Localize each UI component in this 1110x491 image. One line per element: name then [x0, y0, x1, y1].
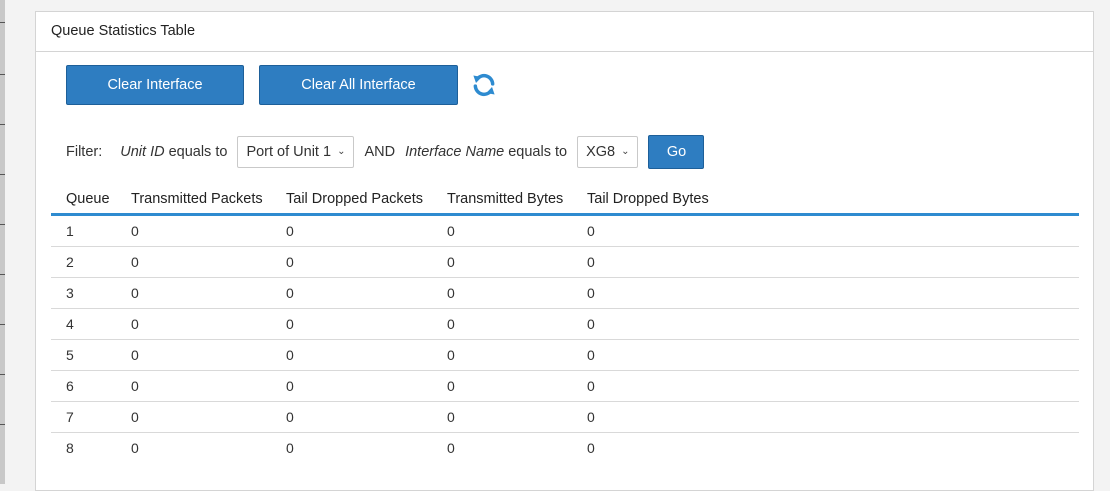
left-edge-rail — [0, 0, 5, 484]
tail-dropped-bytes-cell: 0 — [572, 339, 1079, 371]
transmitted-packets-cell: 0 — [116, 339, 271, 371]
transmitted-bytes-cell: 0 — [447, 440, 455, 456]
unit-id-field-label: Unit ID — [120, 143, 165, 160]
unit-id-select-value: Port of Unit 1 — [246, 143, 332, 160]
tail-dropped-packets-cell: 0 — [271, 277, 432, 309]
transmitted-bytes-cell: 0 — [432, 214, 572, 247]
tail-dropped-bytes-cell: 0 — [572, 277, 1079, 309]
refresh-icon[interactable] — [471, 72, 497, 98]
table-row: 7 0 0 0 0 — [51, 401, 1079, 433]
queue-cell: 6 — [51, 370, 116, 402]
unit-id-select[interactable]: Port of Unit 1 ⌄ — [237, 135, 355, 168]
tail-dropped-bytes-cell: 0 — [587, 440, 595, 456]
queue-cell: 3 — [51, 277, 116, 309]
table-row: 1 0 0 0 0 — [51, 214, 1079, 247]
transmitted-bytes-cell: 0 — [432, 246, 572, 278]
transmitted-bytes-cell: 0 — [432, 401, 572, 433]
clear-interface-counters-button[interactable]: Clear Interface Counters — [66, 65, 244, 131]
queue-cell: 5 — [51, 339, 116, 371]
tail-dropped-packets-cell: 0 — [271, 370, 432, 402]
transmitted-packets-cell: 0 — [116, 246, 271, 278]
transmitted-packets-cell: 0 — [116, 401, 271, 433]
queue-cell: 2 — [51, 246, 116, 278]
transmitted-bytes-cell: 0 — [432, 308, 572, 340]
transmitted-bytes-cell: 0 — [432, 339, 572, 371]
tail-dropped-packets-cell: 0 — [271, 401, 432, 433]
tail-dropped-bytes-cell: 0 — [572, 370, 1079, 402]
interface-name-select-value: XG8 — [586, 143, 616, 160]
tail-dropped-packets-cell: 0 — [271, 214, 432, 247]
interface-name-field-label: Interface Name — [405, 143, 505, 160]
table-row: 3 0 0 0 0 — [51, 277, 1079, 309]
panel-title: Queue Statistics Table — [36, 12, 1093, 52]
interface-name-operator: equals to — [508, 143, 568, 160]
table-row: 8 0 0 0 0 — [51, 433, 1079, 464]
tail-dropped-packets-cell: 0 — [271, 339, 432, 371]
interface-name-select[interactable]: XG8 ⌄ — [577, 135, 639, 168]
filter-row: Filter: Unit ID equals to Port of Unit 1… — [66, 134, 1083, 169]
transmitted-bytes-cell: 0 — [432, 370, 572, 402]
transmitted-packets-cell: 0 — [131, 440, 139, 456]
queue-cell: 7 — [51, 401, 116, 433]
queue-cell: 1 — [51, 214, 116, 247]
queue-cell: 8 — [66, 440, 74, 456]
tail-dropped-packets-cell: 0 — [271, 246, 432, 278]
transmitted-packets-cell: 0 — [116, 370, 271, 402]
table-row: 2 0 0 0 0 — [51, 246, 1079, 278]
tail-dropped-bytes-cell: 0 — [572, 401, 1079, 433]
tail-dropped-packets-cell: 0 — [271, 308, 432, 340]
tail-dropped-bytes-cell: 0 — [572, 214, 1079, 247]
transmitted-packets-cell: 0 — [116, 214, 271, 247]
transmitted-packets-cell: 0 — [116, 277, 271, 309]
queue-statistics-table: Queue Transmitted Packets Tail Dropped P… — [51, 184, 1079, 463]
table-header-row: Queue Transmitted Packets Tail Dropped P… — [51, 184, 1079, 216]
go-button[interactable]: Go — [648, 134, 705, 169]
column-header-tail-dropped-bytes[interactable]: Tail Dropped Bytes — [572, 184, 1079, 216]
queue-cell: 4 — [51, 308, 116, 340]
queue-statistics-panel: Queue Statistics Table Clear Interface C… — [35, 11, 1094, 491]
column-header-transmitted-packets[interactable]: Transmitted Packets — [116, 184, 271, 216]
chevron-down-icon: ⌄ — [621, 146, 630, 157]
tail-dropped-bytes-cell: 0 — [572, 308, 1079, 340]
table-row: 5 0 0 0 0 — [51, 339, 1079, 371]
column-header-transmitted-bytes[interactable]: Transmitted Bytes — [432, 184, 572, 216]
tail-dropped-packets-cell: 0 — [286, 440, 294, 456]
transmitted-packets-cell: 0 — [116, 308, 271, 340]
filter-conjunction: AND — [364, 143, 396, 160]
unit-id-operator: equals to — [168, 143, 228, 160]
chevron-down-icon: ⌄ — [337, 146, 346, 157]
column-header-tail-dropped-packets[interactable]: Tail Dropped Packets — [271, 184, 432, 216]
tail-dropped-bytes-cell: 0 — [572, 246, 1079, 278]
clear-all-interface-counters-button[interactable]: Clear All Interface Counters — [259, 65, 458, 131]
column-header-queue[interactable]: Queue — [51, 184, 116, 216]
table-row: 6 0 0 0 0 — [51, 370, 1079, 402]
filter-label: Filter: — [66, 143, 103, 160]
table-row: 4 0 0 0 0 — [51, 308, 1079, 340]
transmitted-bytes-cell: 0 — [432, 277, 572, 309]
